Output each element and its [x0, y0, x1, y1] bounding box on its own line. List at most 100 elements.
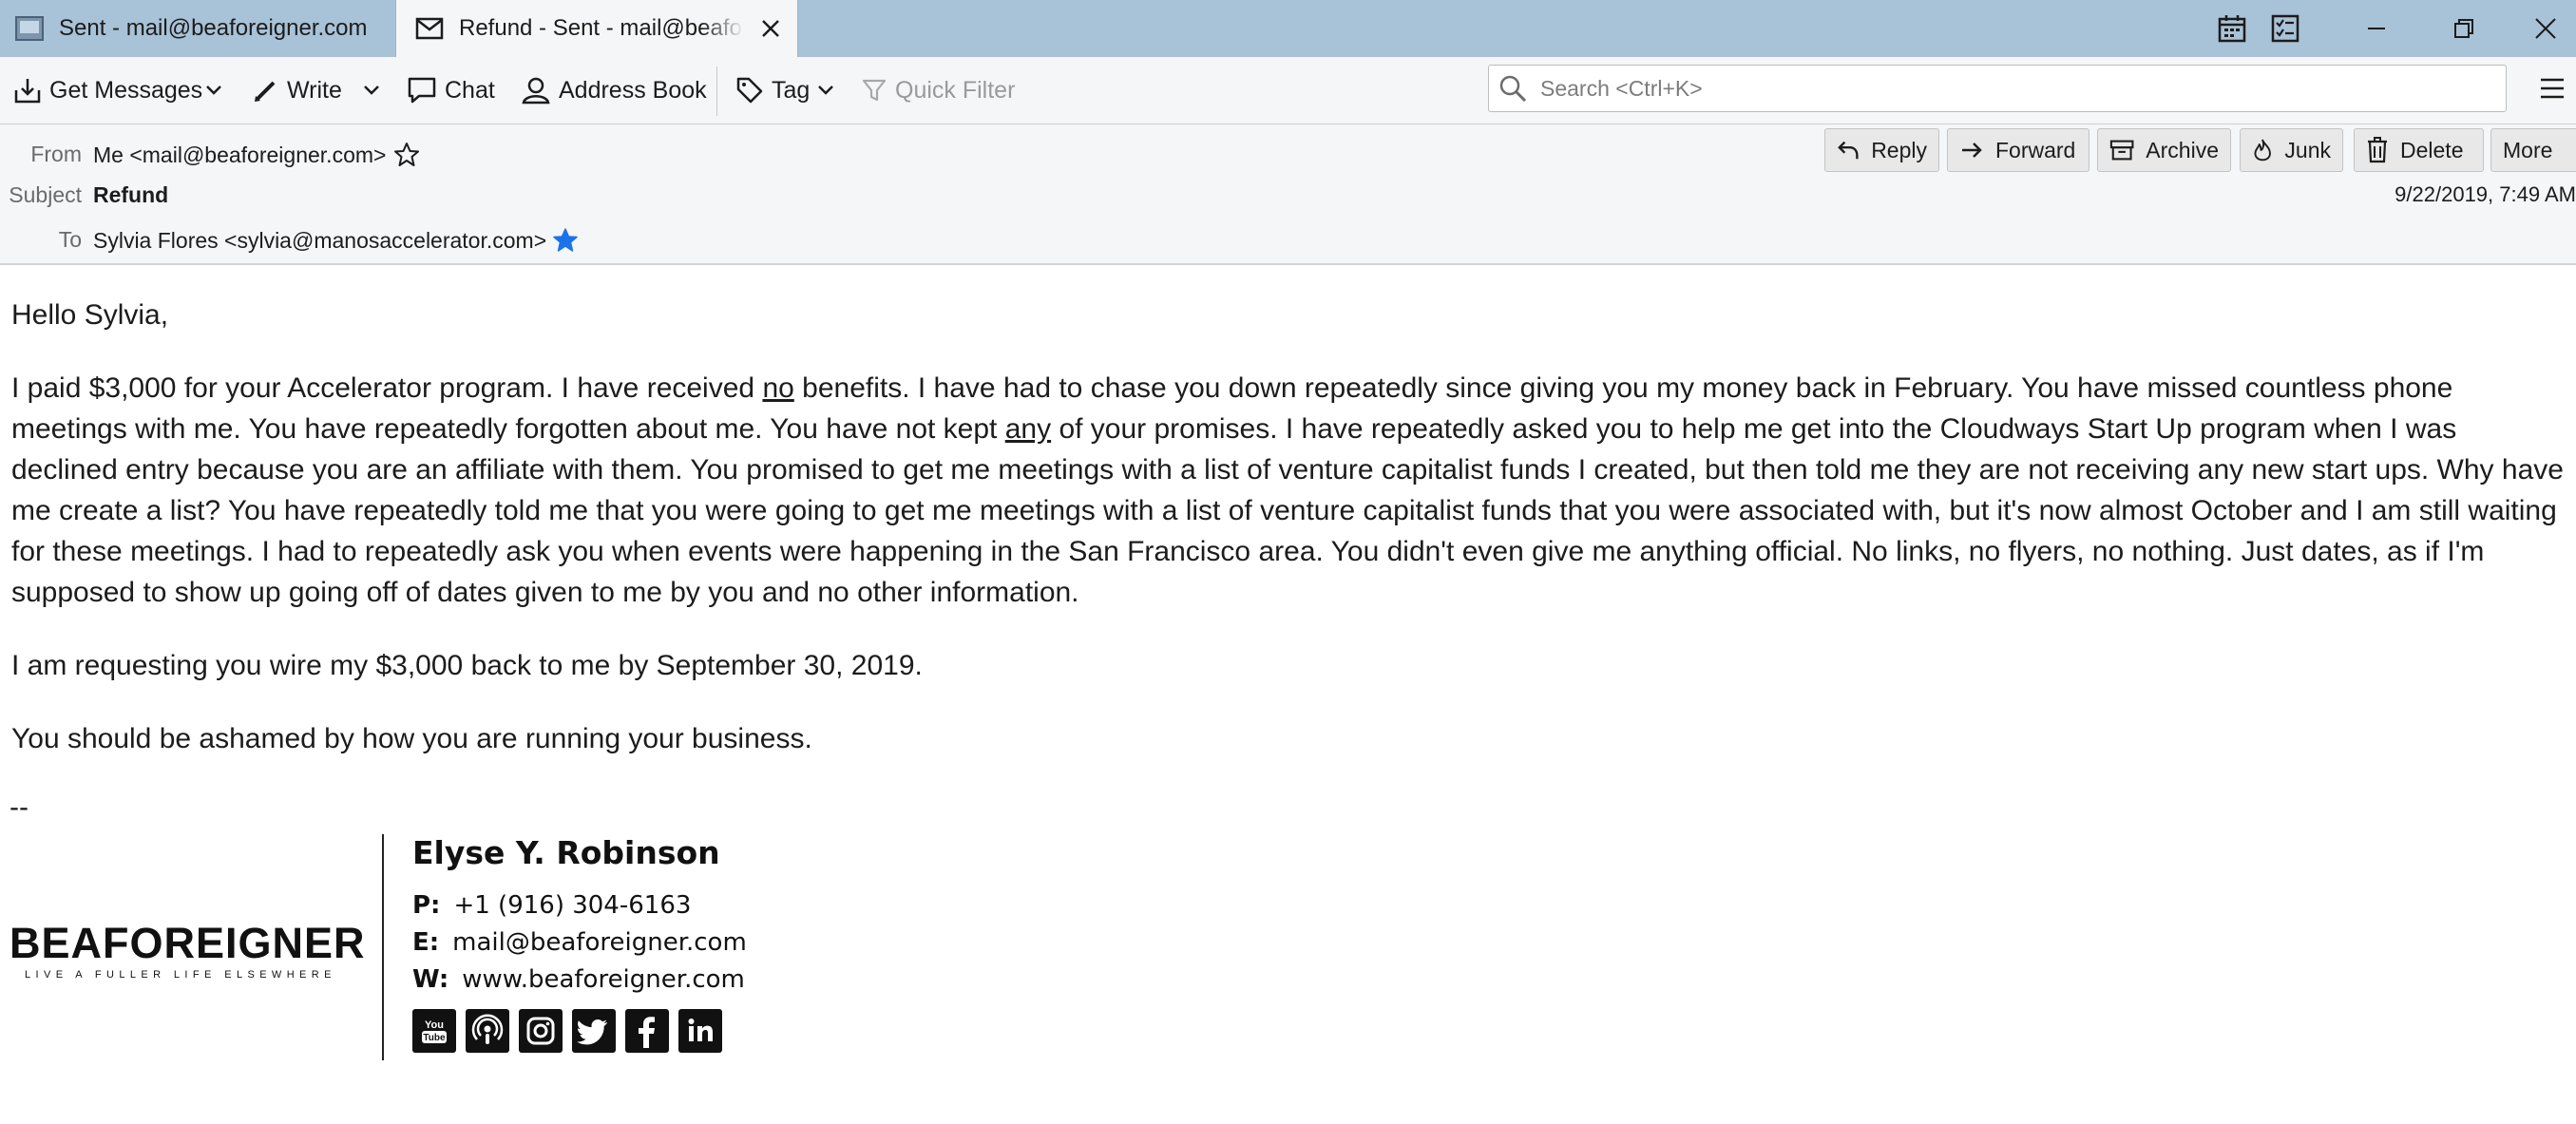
web-label: W: [412, 965, 449, 994]
write-dropdown[interactable] [361, 57, 390, 124]
contacts-icon [522, 77, 550, 105]
flame-icon [2254, 139, 2271, 162]
signature-name: Elyse Y. Robinson [412, 834, 720, 871]
logo-wordmark: BEAFOREIGNER [10, 919, 366, 967]
search-icon [1499, 75, 1527, 103]
instagram-icon[interactable] [519, 1009, 563, 1053]
signature-divider [382, 834, 384, 1060]
star-outline-icon[interactable] [393, 142, 420, 168]
chat-icon [408, 77, 436, 104]
address-book-button[interactable]: Address Book [521, 57, 707, 124]
linkedin-icon[interactable] [678, 1009, 722, 1053]
logo-tagline: LIVE A FULLER LIFE ELSEWHERE [25, 969, 336, 981]
filter-icon [862, 79, 887, 102]
chat-label: Chat [445, 76, 495, 104]
archive-button[interactable]: Archive [2097, 128, 2231, 172]
star-filled-icon[interactable] [552, 227, 579, 254]
tag-icon [736, 77, 763, 104]
email-link[interactable]: mail@beaforeigner.com [452, 928, 747, 957]
podcast-icon[interactable] [466, 1009, 509, 1053]
close-icon[interactable] [2518, 0, 2573, 57]
write-label: Write [287, 76, 342, 104]
archive-icon [2109, 140, 2134, 161]
quick-filter-label: Quick Filter [895, 76, 1016, 104]
from-label: From [30, 142, 82, 166]
reply-icon [1838, 141, 1859, 160]
message-date: 9/22/2019, 7:49 AM [2395, 182, 2576, 206]
paragraph-main: I paid $3,000 for your Accelerator progr… [11, 368, 2567, 613]
get-messages-dropdown[interactable] [203, 57, 232, 124]
greeting: Hello Sylvia, [11, 299, 169, 331]
underlined-any: any [1004, 413, 1052, 445]
write-button[interactable]: Write [253, 57, 342, 124]
chevron-down-icon [206, 86, 221, 95]
tasks-icon[interactable] [2258, 0, 2313, 57]
to-address[interactable]: Sylvia Flores <sylvia@manosaccelerator.c… [93, 228, 546, 254]
get-messages-label: Get Messages [49, 76, 203, 104]
tab-label: Sent - mail@beaforeigner.com [59, 15, 368, 41]
tag-label: Tag [772, 76, 811, 104]
search-box[interactable] [1488, 65, 2507, 112]
more-label: More [2503, 137, 2553, 162]
tab-label: Refund - Sent - mail@beaforeigner.com [459, 15, 744, 41]
chat-button[interactable]: Chat [407, 57, 495, 124]
signature-email: E: mail@beaforeigner.com [412, 928, 747, 957]
to-value: Sylvia Flores <sylvia@manosaccelerator.c… [93, 227, 579, 254]
email-label: E: [412, 928, 440, 957]
to-label: To [58, 227, 82, 252]
search-input[interactable] [1538, 74, 2473, 103]
paragraph-closing: You should be ashamed by how you are run… [11, 723, 812, 754]
download-icon [14, 79, 41, 104]
get-messages-button[interactable]: Get Messages [13, 57, 202, 124]
reply-label: Reply [1871, 137, 1927, 162]
junk-label: Junk [2284, 137, 2331, 162]
twitter-icon[interactable] [572, 1009, 616, 1053]
close-tab-icon[interactable] [752, 10, 790, 48]
junk-button[interactable]: Junk [2240, 128, 2343, 172]
chevron-down-icon [818, 86, 834, 95]
phone-value: +1 (916) 304-6163 [453, 891, 692, 920]
signature-phone: P: +1 (916) 304-6163 [412, 891, 691, 920]
more-button[interactable]: More [2490, 128, 2576, 172]
facebook-icon[interactable] [625, 1009, 669, 1053]
mail-folder-icon [13, 15, 46, 42]
tag-button[interactable]: Tag [735, 57, 844, 124]
calendar-icon[interactable] [2204, 0, 2260, 57]
delete-button[interactable]: Delete [2354, 128, 2484, 172]
tab-sent-folder[interactable]: Sent - mail@beaforeigner.com [0, 0, 395, 57]
from-address[interactable]: Me <mail@beaforeigner.com> [93, 143, 386, 168]
title-bar: Sent - mail@beaforeigner.com Refund - Se… [0, 0, 2576, 57]
address-book-label: Address Book [559, 76, 707, 104]
svg-text:Tube: Tube [423, 1033, 446, 1043]
phone-label: P: [412, 891, 441, 920]
youtube-icon[interactable]: You Tube [412, 1009, 456, 1053]
paragraph-text: I paid $3,000 for your Accelerator progr… [11, 372, 763, 404]
forward-icon [1962, 143, 1982, 158]
delete-label: Delete [2400, 137, 2464, 162]
underlined-no: no [762, 372, 794, 404]
svg-text:You: You [425, 1019, 444, 1031]
toolbar-separator [716, 67, 717, 116]
subject-value: Refund [93, 182, 169, 207]
archive-label: Archive [2146, 137, 2219, 162]
from-value: Me <mail@beaforeigner.com> [93, 142, 420, 168]
tab-refund-message[interactable]: Refund - Sent - mail@beaforeigner.com [395, 0, 798, 57]
quick-filter-button[interactable]: Quick Filter [861, 57, 1015, 124]
trash-icon [2368, 137, 2387, 163]
message-body: Hello Sylvia, I paid $3,000 for your Acc… [11, 295, 2567, 791]
minimize-icon[interactable] [2349, 0, 2404, 57]
forward-label: Forward [1995, 137, 2076, 162]
subject-label: Subject [9, 182, 82, 207]
chevron-down-icon [364, 86, 379, 95]
pencil-icon [255, 81, 276, 102]
forward-button[interactable]: Forward [1947, 128, 2089, 172]
envelope-icon [413, 15, 446, 42]
signature-separator: -- [10, 791, 29, 823]
restore-icon[interactable] [2436, 0, 2491, 57]
paragraph-request: I am requesting you wire my $3,000 back … [11, 650, 923, 681]
reply-button[interactable]: Reply [1824, 128, 1939, 172]
beaforeigner-logo: BEAFOREIGNER LIVE A FULLER LIFE ELSEWHER… [10, 919, 366, 981]
web-link[interactable]: www.beaforeigner.com [462, 965, 745, 994]
hamburger-menu-icon[interactable] [2531, 65, 2573, 112]
signature-web: W: www.beaforeigner.com [412, 965, 745, 994]
